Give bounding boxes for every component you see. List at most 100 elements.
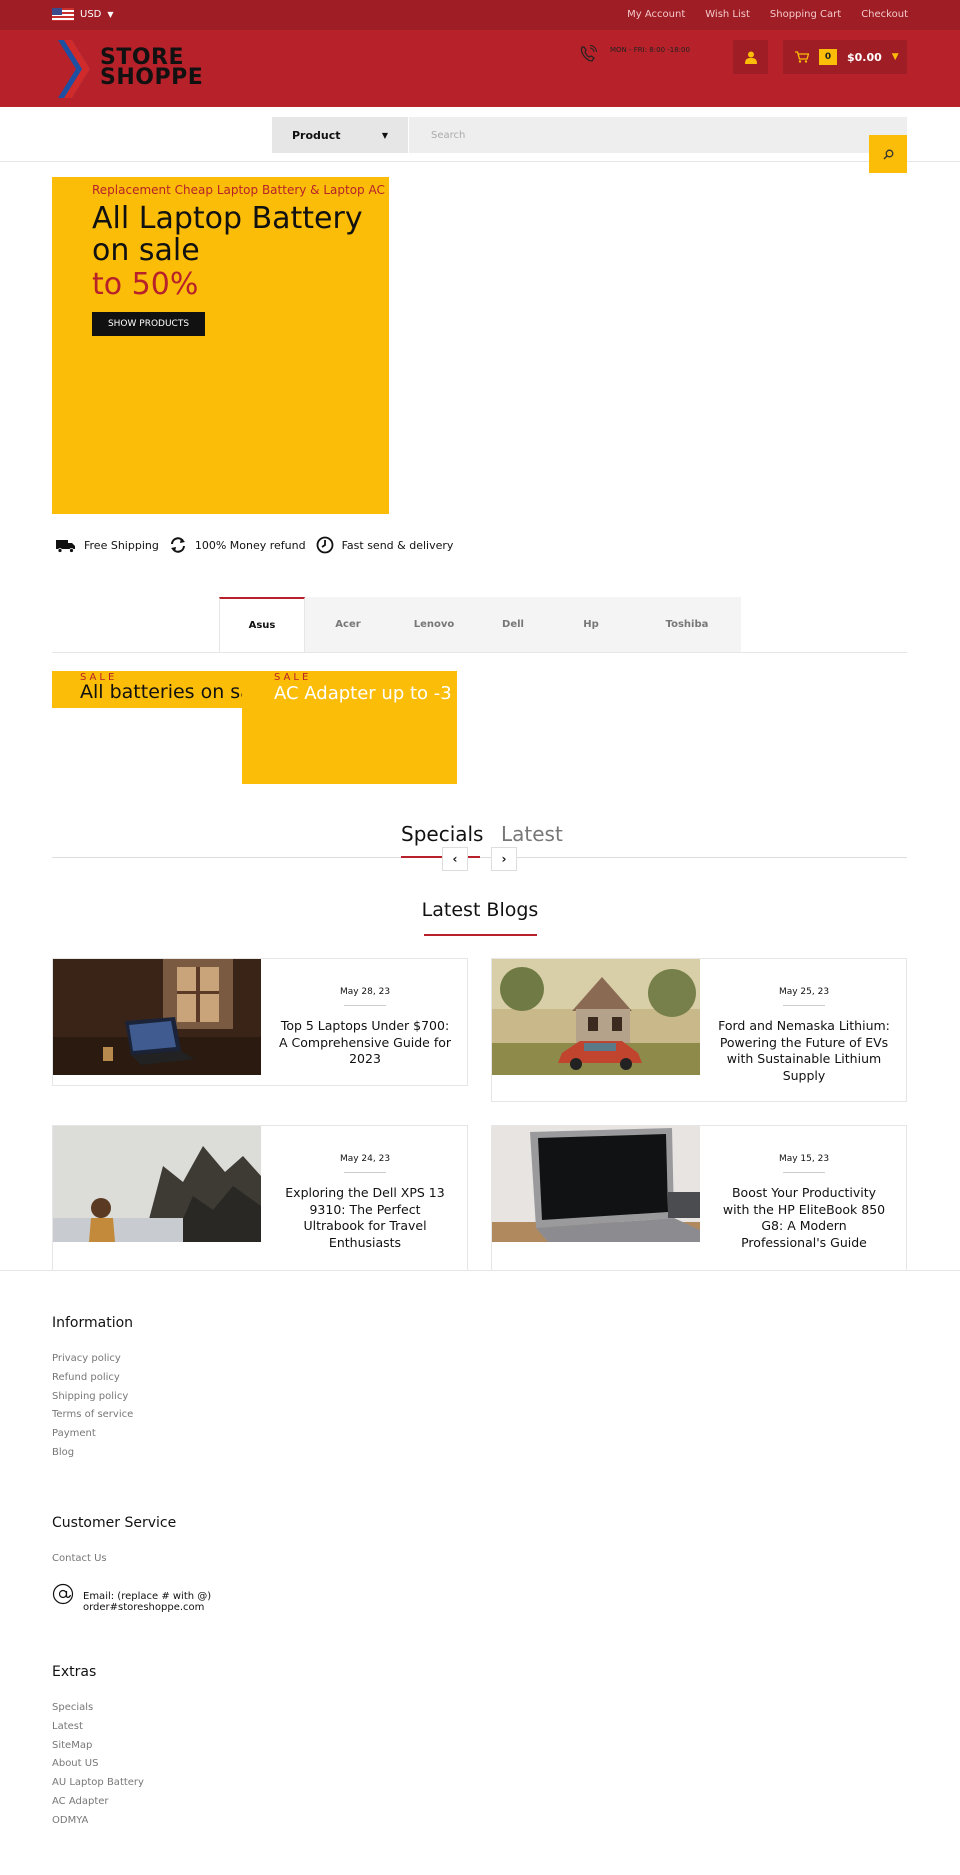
blog-card[interactable]: May 28, 23 Top 5 Laptops Under $700: A C… (52, 958, 468, 1086)
brand-tabs: Asus Acer Lenovo Dell Hp Toshiba (219, 597, 741, 652)
blogs-heading: Latest Blogs (421, 899, 539, 921)
blog-image[interactable] (53, 1126, 261, 1242)
cart-button[interactable]: 0 $0.00 ▼ (783, 40, 907, 74)
account-button[interactable] (733, 40, 768, 74)
truck-icon (56, 539, 75, 553)
search-button[interactable] (869, 135, 907, 173)
footer-link[interactable]: About US (52, 1757, 144, 1776)
footer-link[interactable]: AC Adapter (52, 1795, 144, 1814)
blog-title[interactable]: Boost Your Productivity with the HP Elit… (700, 1185, 908, 1251)
tab-asus[interactable]: Asus (219, 597, 305, 652)
footer-link[interactable]: Privacy policy (52, 1352, 133, 1371)
tab-hp[interactable]: Hp (549, 597, 633, 652)
carousel-prev-button[interactable]: ‹ (442, 847, 468, 871)
customer-service-links: Contact Us (52, 1552, 107, 1571)
information-links: Privacy policy Refund policy Shipping po… (52, 1352, 133, 1465)
divider (344, 1172, 386, 1173)
tab-dell[interactable]: Dell (477, 597, 549, 652)
email-address[interactable]: order#storeshoppe.com (83, 1602, 211, 1613)
feature-fast-delivery: Fast send & delivery (316, 536, 453, 554)
coastal-rocks-image (53, 1126, 261, 1242)
cart-total: $0.00 (847, 50, 882, 64)
tab-toshiba[interactable]: Toshiba (633, 597, 741, 652)
chevron-down-icon: ▼ (891, 52, 899, 62)
tab-acer[interactable]: Acer (305, 597, 391, 652)
footer-link[interactable]: Blog (52, 1446, 133, 1465)
footer-link[interactable]: Payment (52, 1427, 133, 1446)
show-products-button[interactable]: SHOW PRODUCTS (92, 312, 205, 336)
footer-link[interactable]: Specials (52, 1701, 144, 1720)
us-flag-icon (52, 8, 74, 21)
blog-card[interactable]: May 24, 23 Exploring the Dell XPS 13 931… (52, 1125, 468, 1271)
business-hours: MON - FRI: 8:00 -18:00 (610, 46, 690, 54)
hero-title-line2: on sale (92, 233, 200, 268)
currency-selector[interactable]: USD ▼ (52, 8, 114, 21)
old-car-house-image (492, 959, 700, 1075)
feature-label: Free Shipping (84, 538, 159, 552)
divider (52, 652, 907, 653)
logo-line2: SHOPPE (100, 65, 204, 90)
my-account-link[interactable]: My Account (627, 9, 685, 20)
divider (344, 1005, 386, 1006)
shopping-cart-link[interactable]: Shopping Cart (770, 9, 841, 20)
search-icon (883, 149, 893, 159)
search-category-label: Product (292, 128, 341, 142)
checkout-link[interactable]: Checkout (861, 9, 908, 20)
hero-discount: to 50% (92, 267, 199, 302)
search-bar: Product ▼ (0, 107, 960, 173)
footer-link[interactable]: Refund policy (52, 1371, 133, 1390)
sale-banner-text: AC Adapter up to -3 (274, 683, 452, 704)
blog-title[interactable]: Top 5 Laptops Under $700: A Comprehensiv… (261, 1018, 469, 1068)
footer-link[interactable]: Shipping policy (52, 1390, 133, 1409)
sale-banner-adapter[interactable]: SALE AC Adapter up to -3 (242, 671, 457, 784)
header: STORE SHOPPE MON - FRI: 8:00 -18:00 0 $0… (0, 30, 960, 107)
search-input[interactable] (409, 117, 907, 153)
footer-link[interactable]: Terms of service (52, 1408, 133, 1427)
user-icon (744, 51, 757, 64)
footer-heading-information: Information (52, 1315, 134, 1331)
active-tab-indicator (401, 856, 480, 858)
blog-image[interactable] (492, 1126, 700, 1242)
carousel-next-button[interactable]: › (491, 847, 517, 871)
feature-money-refund: 100% Money refund (169, 536, 306, 554)
hero-subtitle: Replacement Cheap Laptop Battery & Lapto… (92, 183, 389, 197)
blog-image[interactable] (53, 959, 261, 1075)
store-logo[interactable]: STORE SHOPPE (58, 40, 203, 98)
chevron-down-icon: ▼ (381, 130, 388, 140)
footer: Information Privacy policy Refund policy… (0, 1270, 960, 1875)
tab-specials[interactable]: Specials (401, 822, 483, 846)
sale-banner-batteries[interactable]: SALE All batteries on sa (52, 671, 242, 708)
footer-link[interactable]: Contact Us (52, 1552, 107, 1571)
footer-link[interactable]: SiteMap (52, 1739, 144, 1758)
clock-icon (316, 536, 333, 554)
contact-email: Email: (replace # with @) order#storesho… (83, 1591, 211, 1613)
blog-title[interactable]: Ford and Nemaska Lithium: Powering the F… (700, 1018, 908, 1084)
chevron-down-icon: ▼ (107, 10, 114, 19)
extras-links: Specials Latest SiteMap About US AU Lapt… (52, 1701, 144, 1833)
blog-date: May 25, 23 (778, 987, 830, 997)
hero-banner: Replacement Cheap Laptop Battery & Lapto… (52, 177, 389, 514)
footer-link[interactable]: ODMYA (52, 1814, 144, 1833)
chevron-left-icon: ‹ (452, 852, 458, 866)
blog-card[interactable]: May 15, 23 Boost Your Productivity with … (491, 1125, 907, 1271)
sale-tag: SALE (274, 672, 312, 683)
email-note: Email: (replace # with @) (83, 1591, 212, 1602)
feature-free-shipping: Free Shipping (56, 538, 159, 553)
footer-heading-extras: Extras (52, 1664, 97, 1680)
feature-strip: Free Shipping 100% Money refund Fast sen… (56, 536, 463, 554)
divider (783, 1172, 825, 1173)
tab-latest[interactable]: Latest (501, 822, 563, 846)
feature-label: 100% Money refund (194, 538, 306, 552)
footer-link[interactable]: Latest (52, 1720, 144, 1739)
blog-image[interactable] (492, 959, 700, 1075)
tab-lenovo[interactable]: Lenovo (391, 597, 477, 652)
sale-banner-text: All batteries on sa (80, 681, 242, 703)
blog-card[interactable]: May 25, 23 Ford and Nemaska Lithium: Pow… (491, 958, 907, 1102)
footer-link[interactable]: AU Laptop Battery (52, 1776, 144, 1795)
hp-laptop-image (492, 1126, 700, 1242)
chevron-right-icon: › (501, 852, 507, 866)
wish-list-link[interactable]: Wish List (705, 9, 750, 20)
blog-title[interactable]: Exploring the Dell XPS 13 9310: The Perf… (261, 1185, 469, 1251)
search-category-select[interactable]: Product ▼ (272, 117, 408, 153)
divider (783, 1005, 825, 1006)
